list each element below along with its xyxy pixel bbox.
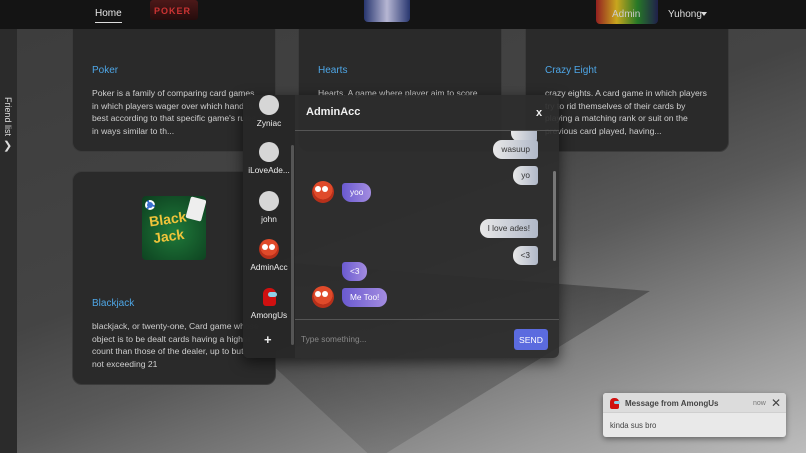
avatar [259, 95, 279, 115]
friend-name: Zyniac [256, 118, 282, 128]
elmo-avatar [259, 239, 279, 259]
friend-name: iLoveAde... [248, 165, 290, 175]
friend-name: AdminAcc [250, 262, 288, 272]
message-outgoing: <3 [512, 246, 538, 265]
avatar [259, 191, 279, 211]
desc-line: in which players wager over which hand i… [92, 100, 253, 111]
message-outgoing: I love ades! [479, 219, 538, 238]
blackjack-logo-text: Jack [152, 225, 186, 247]
chat-friend-iloveades[interactable]: iLoveAde... [243, 142, 295, 175]
desc-line: count than those of the dealer, up to bu… [92, 346, 244, 357]
among-us-icon [610, 398, 620, 409]
message-outgoing: wasuup [493, 140, 538, 159]
desc-line: playing a matching rank or suit on the [545, 113, 688, 124]
desc-line: Poker is a family of comparing card game… [92, 88, 255, 98]
card-desc-blackjack: blackjack, or twenty-one, Card game whos… [92, 320, 259, 370]
top-navbar: Home POKER Admin Yuhong [0, 0, 806, 29]
chat-friend-adminacc[interactable]: AdminAcc [243, 239, 295, 272]
friend-list-label[interactable]: Friend list [3, 97, 13, 136]
chat-header: AdminAcc x [295, 95, 559, 131]
notification-header: Message from AmongUs now ✕ [603, 393, 786, 413]
poker-logo-text: POKER [154, 6, 192, 16]
notification-title: Message from AmongUs [625, 399, 719, 408]
desc-line: crazy eights. A card game in which playe… [545, 88, 707, 98]
message-outgoing: yo [513, 166, 538, 185]
notification-body: kinda sus bro [610, 421, 657, 430]
message-incoming: Me Too! [342, 288, 388, 307]
nav-admin-link[interactable]: Admin [612, 9, 640, 20]
friend-list-tab[interactable]: Friend list ❯ [0, 29, 17, 453]
desc-line: try to rid themselves of their cards by [545, 100, 686, 111]
send-button[interactable]: SEND [514, 329, 548, 350]
chat-window: Zyniac iLoveAde... john AdminAcc AmongUs… [243, 95, 559, 358]
message-list: wasuup yo yoo I love ades! <3 <3 Me Too! [295, 131, 559, 319]
desc-line: in ways similar to th... [92, 125, 175, 136]
desc-line: previous card played, having... [545, 125, 662, 136]
message-notification[interactable]: Message from AmongUs now ✕ kinda sus bro [603, 393, 786, 437]
chat-input-row: SEND [295, 319, 559, 358]
notification-time: now [753, 400, 766, 407]
desc-line: not exceeding 21 [92, 358, 158, 369]
nav-home-link[interactable]: Home [95, 8, 122, 23]
chat-friend-john[interactable]: john [243, 191, 295, 224]
chat-friend-zyniac[interactable]: Zyniac [243, 95, 295, 128]
chevron-down-icon[interactable] [701, 12, 707, 16]
desc-line: blackjack, or twenty-one, Card game whos… [92, 321, 259, 331]
friend-name: AmongUs [250, 310, 288, 320]
card-desc-crazy-eight: crazy eights. A card game in which playe… [545, 87, 707, 137]
among-us-body [263, 288, 276, 306]
card-title-hearts[interactable]: Hearts [318, 65, 347, 76]
elmo-avatar [312, 286, 334, 308]
playing-card-icon [185, 196, 206, 222]
chat-title: AdminAcc [306, 106, 361, 118]
close-icon[interactable]: ✕ [771, 396, 781, 410]
hearts-logo-image[interactable] [364, 0, 410, 22]
chevron-right-icon[interactable]: ❯ [3, 139, 12, 152]
avatar [259, 142, 279, 162]
message-incoming: <3 [342, 262, 368, 281]
desc-line: best according to that specific game's r… [92, 113, 257, 124]
chat-friends-list: Zyniac iLoveAde... john AdminAcc AmongUs… [243, 95, 295, 358]
friend-name: john [261, 214, 277, 224]
card-title-blackjack[interactable]: Blackjack [92, 298, 134, 309]
among-us-visor [268, 292, 277, 297]
user-menu[interactable]: Yuhong [668, 9, 702, 20]
message-incoming: yoo [342, 183, 372, 202]
among-us-avatar [259, 287, 279, 307]
blackjack-image[interactable]: Black Jack [142, 196, 206, 260]
add-friend-button[interactable]: + [264, 332, 272, 347]
card-desc-poker: Poker is a family of comparing card game… [92, 87, 256, 137]
close-chat-button[interactable]: x [536, 107, 542, 119]
chat-conversation: AdminAcc x wasuup yo yoo I love ades! <3… [295, 95, 559, 358]
card-title-poker[interactable]: Poker [92, 65, 118, 76]
desc-line: object is to be dealt cards having a hig… [92, 333, 251, 344]
message-input[interactable] [301, 328, 506, 350]
chat-friend-amongus[interactable]: AmongUs [243, 287, 295, 320]
chip-icon [145, 200, 155, 210]
card-title-crazy-eight[interactable]: Crazy Eight [545, 65, 597, 76]
elmo-avatar [312, 181, 334, 203]
messages-scrollbar[interactable] [553, 171, 556, 261]
